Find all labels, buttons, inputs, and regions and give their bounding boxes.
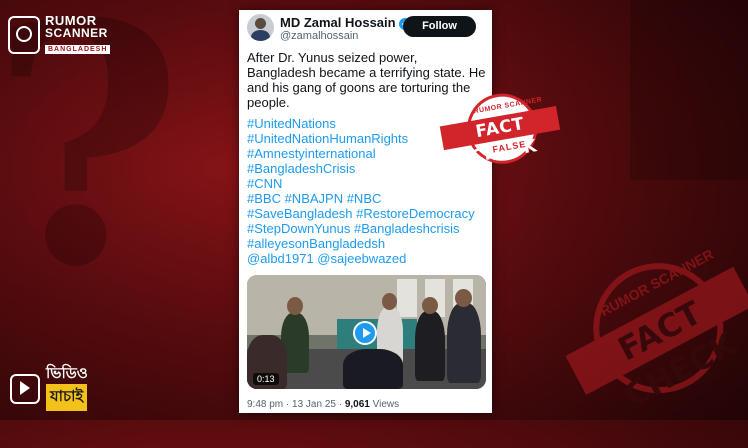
play-icon[interactable] xyxy=(353,321,377,345)
avatar[interactable] xyxy=(247,14,274,41)
logo-line-2: SCANNER xyxy=(45,26,108,40)
scene-person xyxy=(415,311,445,381)
scene-person xyxy=(343,349,403,389)
tweet-card: MD Zamal Hossain✓ @zamalhossain Follow A… xyxy=(239,10,492,413)
video-play-icon xyxy=(10,373,40,404)
hashtag-line[interactable]: #BBC #NBAJPN #NBC xyxy=(247,191,489,206)
video-badge-line-1: ভিডিও xyxy=(46,365,88,382)
views-count: 9,061 xyxy=(344,399,370,410)
hashtag-line[interactable]: #alleyesonBangladedsh xyxy=(247,236,489,251)
mention-line[interactable]: @albd1971 @sajeebwazed xyxy=(247,251,489,266)
views-label: Views xyxy=(369,399,400,410)
author-handle[interactable]: @zamalhossain xyxy=(280,30,358,42)
author-name[interactable]: MD Zamal Hossain✓ xyxy=(280,15,411,30)
rumor-scanner-logo: RUMOR SCANNER BANGLADESH xyxy=(8,14,111,55)
tweet-header: MD Zamal Hossain✓ @zamalhossain Follow xyxy=(247,14,487,42)
scene-person xyxy=(447,303,481,383)
video-verification-badge: ভিডিও যাচাই xyxy=(10,366,88,411)
scene-window xyxy=(397,279,417,317)
author-name-text[interactable]: MD Zamal Hossain xyxy=(280,15,396,30)
video-badge-line-2: যাচাই xyxy=(46,384,88,411)
video-thumbnail[interactable]: 0:13 xyxy=(247,275,486,389)
logo-line-3: BANGLADESH xyxy=(45,45,111,54)
scene-person-head xyxy=(287,297,303,315)
scene-person-head xyxy=(422,297,438,314)
tweet-meta: 9:48 pm · 13 Jan 25 · 9,061 Views xyxy=(247,399,399,410)
tweet-timestamp[interactable]: 9:48 pm · 13 Jan 25 · xyxy=(247,399,345,410)
scanner-logo-icon xyxy=(8,15,40,54)
hashtag-line[interactable]: #StepDownYunus #Bangladeshcrisis xyxy=(247,221,489,236)
scene-person-head xyxy=(455,289,472,307)
hashtag-line[interactable]: #SaveBangladesh #RestoreDemocracy xyxy=(247,206,489,221)
follow-button[interactable]: Follow xyxy=(403,16,476,37)
video-duration: 0:13 xyxy=(253,373,279,385)
scene-person-head xyxy=(382,293,397,310)
